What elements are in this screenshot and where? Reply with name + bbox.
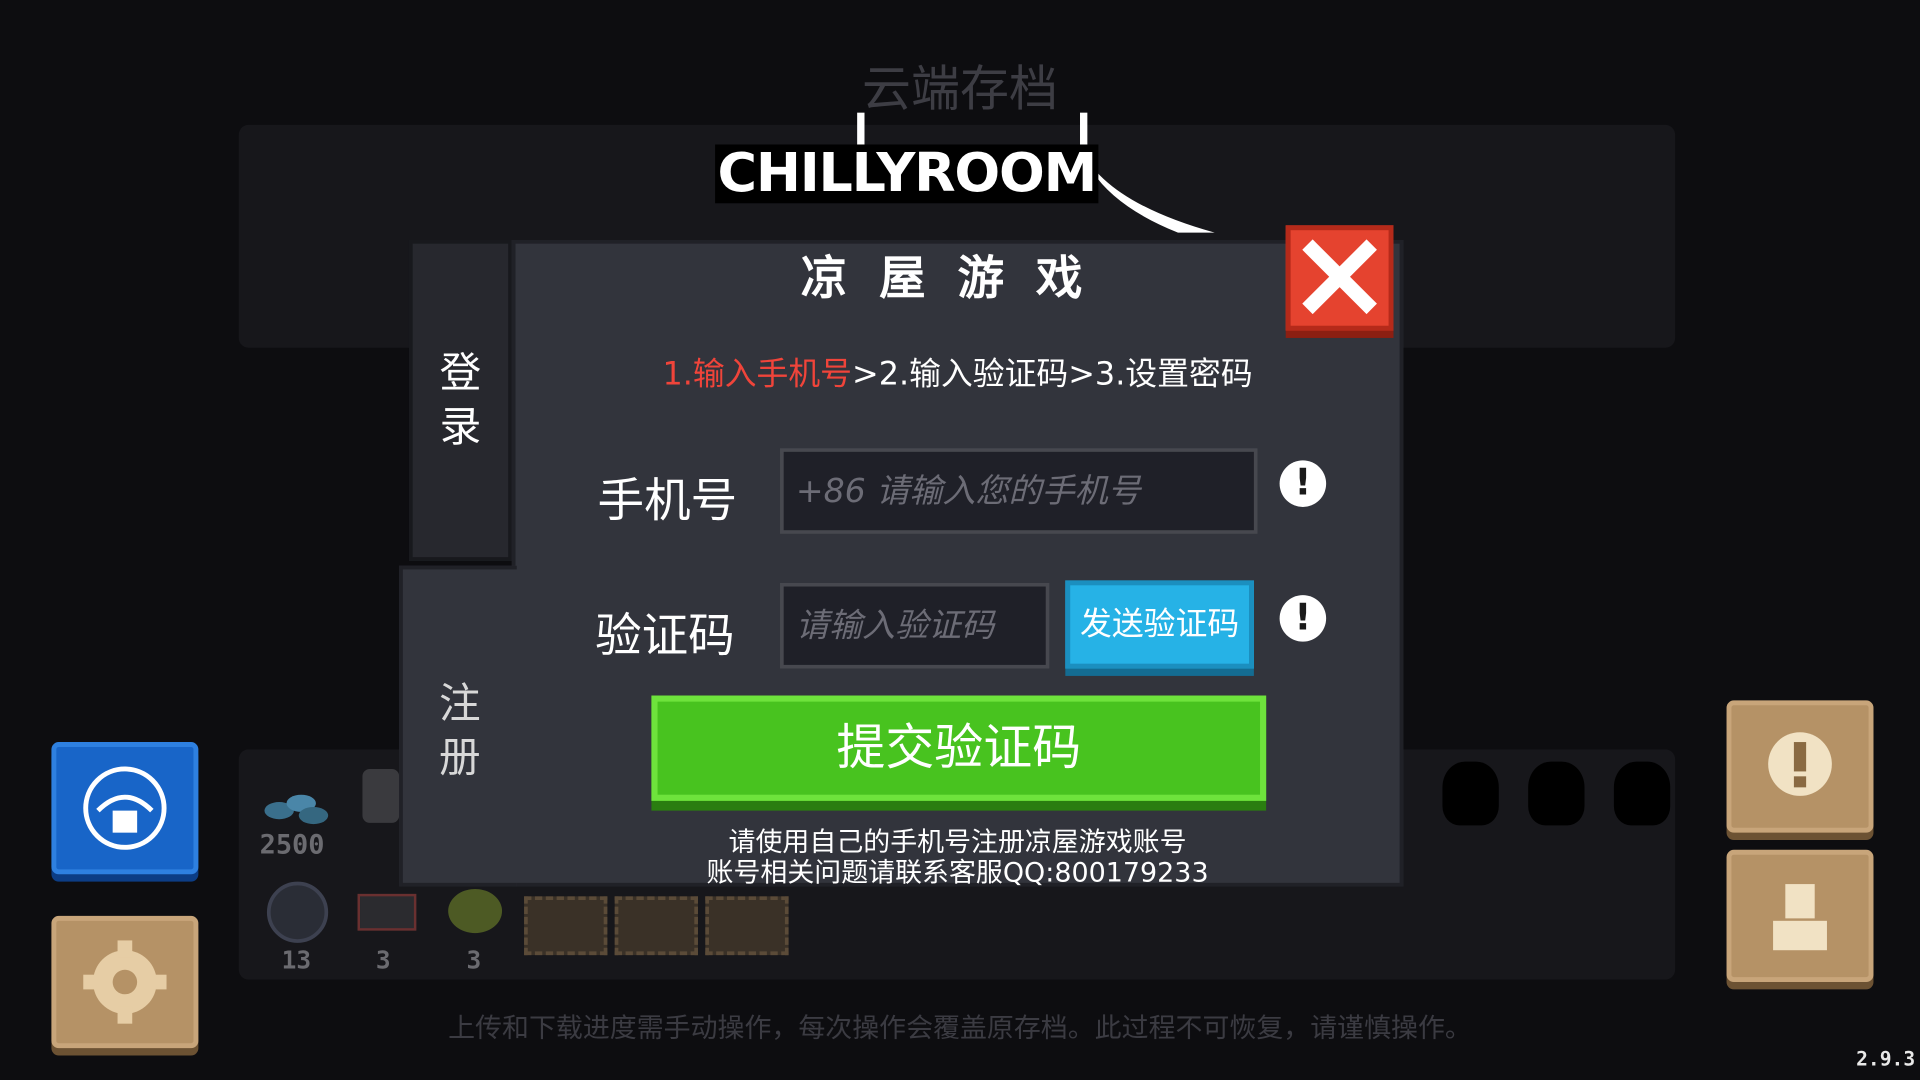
seed-slot-1 (524, 896, 608, 956)
phone-input[interactable]: +86 请输入您的手机号 (780, 448, 1258, 534)
send-code-button[interactable]: 发送验证码 (1065, 580, 1254, 669)
knight-icon (362, 768, 400, 823)
ticket-icon (357, 893, 417, 931)
tab-register-char-2: 册 (438, 733, 481, 783)
cloud-save-warning: 上传和下载进度需手动操作，每次操作会覆盖原存档。此过程不可恢复，请谨慎操作。 (448, 1013, 1472, 1045)
tab-login[interactable]: 登 录 (408, 240, 512, 561)
locked-character-3 (1613, 761, 1671, 826)
phone-info-icon[interactable]: ! (1279, 460, 1327, 507)
profile-button[interactable] (1726, 849, 1874, 983)
seed-slot-2 (614, 896, 698, 956)
tab-login-char-1: 登 (439, 348, 482, 398)
item-count-2: 3 (375, 945, 391, 975)
seed-slot-3 (705, 896, 789, 956)
tab-register-char-1: 注 (438, 679, 481, 729)
code-info-icon[interactable]: ! (1279, 595, 1327, 642)
currency-count: 2500 (259, 830, 325, 861)
person-icon (1773, 884, 1827, 951)
support-contact-note: 账号相关问题请联系客服QQ:800179233 (706, 858, 1209, 889)
chillyroom-logo-icon (83, 766, 167, 850)
tab-login-label: 登 录 (413, 347, 509, 455)
gear-icon (83, 940, 167, 1024)
settings-button[interactable] (51, 915, 199, 1049)
tab-register-label: 注 册 (403, 677, 517, 785)
phone-label: 手机号 (597, 473, 738, 528)
version-label: 2.9.3 (1856, 1046, 1916, 1071)
submit-code-button[interactable]: 提交验证码 (651, 695, 1267, 801)
company-name: 凉屋游戏 (800, 251, 1115, 305)
close-icon (1302, 239, 1377, 315)
plant-icon (448, 888, 503, 934)
tab-register[interactable]: 注 册 (399, 565, 517, 887)
notice-button[interactable] (1726, 700, 1874, 833)
game-screen: 云端存档 2500 13 3 3 上传和下载进度需手动操作，每次操作会覆盖原存档… (0, 0, 1920, 1080)
chillyroom-wordmark: CHILLYROOM (715, 144, 1099, 204)
registration-steps: 1.输入手机号>2.输入验证码>3.设置密码 (512, 349, 1403, 394)
locked-character-2 (1528, 761, 1585, 826)
verification-code-input[interactable]: 请输入验证码 (780, 582, 1050, 669)
item-count-3: 3 (466, 945, 482, 975)
close-button[interactable] (1285, 225, 1394, 331)
exclamation-icon (1768, 732, 1832, 796)
locked-character-1 (1442, 761, 1499, 826)
chillyroom-account-button[interactable] (51, 742, 199, 875)
code-label: 验证码 (595, 608, 735, 663)
item-count-1: 13 (281, 945, 312, 975)
step-remaining: >2.输入验证码>3.设置密码 (852, 356, 1253, 394)
tab-login-char-2: 录 (439, 402, 482, 452)
step-current: 1.输入手机号 (662, 356, 853, 394)
fish-icon (266, 881, 329, 943)
